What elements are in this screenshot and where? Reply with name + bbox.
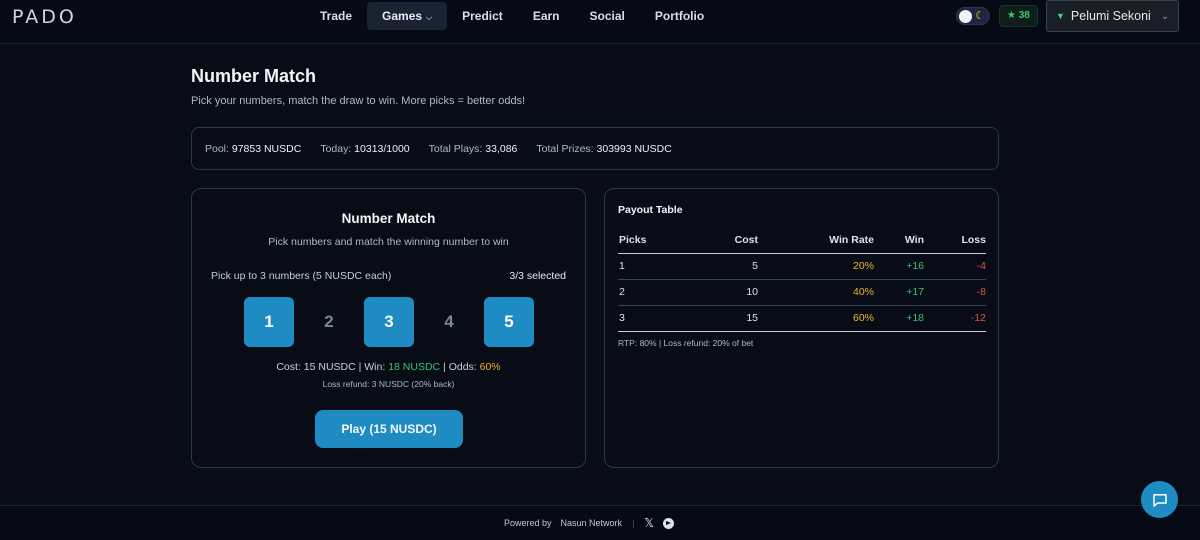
cell-cost: 15 (678, 305, 758, 332)
table-row: 2 10 40% +17 -8 (618, 279, 986, 306)
network-link[interactable]: Nasun Network (561, 518, 623, 528)
nav-trade[interactable]: Trade (305, 2, 367, 30)
stat-total-prizes-value: 303993 NUSDC (596, 142, 672, 155)
number-picker: 1 2 3 4 5 (244, 297, 544, 347)
refund-note: Loss refund: 3 NUSDC (20% back) (322, 379, 455, 389)
chat-button[interactable] (1141, 481, 1178, 518)
stat-pool-value: 97853 NUSDC (231, 142, 302, 155)
number-button-4[interactable]: 4 (424, 297, 474, 347)
moon-icon: ☾ (975, 10, 985, 22)
game-card: Number Match Pick numbers and match the … (191, 188, 586, 468)
nav-games[interactable]: Games ⌵ (367, 2, 448, 30)
main-nav: Trade Games ⌵ Predict Earn Social Portfol… (305, 2, 719, 30)
win-label: Win: (364, 361, 386, 373)
game-subtitle: Pick numbers and match the winning numbe… (268, 236, 509, 248)
cost-label: Cost: 15 NUSDC (276, 361, 356, 373)
cell-win: +17 (874, 279, 924, 306)
nav-predict-label: Predict (462, 9, 503, 23)
chevron-down-icon: ⌵ (426, 13, 433, 22)
stat-pool-label: Pool: (205, 142, 229, 155)
win-value: 18 NUSDC (388, 361, 441, 373)
star-icon: ★ (1007, 10, 1016, 21)
top-navbar: PADO Trade Games ⌵ Predict Earn Social Po… (0, 0, 1200, 44)
stat-today: Today: 10313/1000 (320, 143, 409, 155)
cell-loss: -4 (924, 253, 986, 280)
stat-today-value: 10313/1000 (354, 142, 410, 155)
cell-win-rate: 60% (758, 305, 874, 332)
payout-table: Picks Cost Win Rate Win Loss 1 5 20% +16… (618, 227, 986, 332)
col-cost: Cost (678, 227, 758, 254)
status-triangle-icon: ▼ (1056, 11, 1065, 21)
nav-trade-label: Trade (320, 9, 353, 23)
footer-divider: | (632, 518, 635, 528)
col-picks: Picks (618, 227, 678, 254)
footer: Powered by Nasun Network | 𝕏 (0, 505, 1200, 540)
cell-loss: -12 (924, 305, 986, 332)
points-badge[interactable]: ★ 38 (999, 5, 1038, 27)
chat-bubble-icon (1152, 493, 1167, 507)
nav-predict[interactable]: Predict (447, 2, 518, 30)
chevron-down-icon: ⌄ (1160, 10, 1170, 22)
page-subtitle: Pick your numbers, match the draw to win… (191, 95, 526, 107)
rtp-note: RTP: 80% | Loss refund: 20% of bet (618, 338, 754, 348)
number-button-2[interactable]: 2 (304, 297, 354, 347)
number-button-1[interactable]: 1 (244, 297, 294, 347)
cell-win-rate: 40% (758, 279, 874, 306)
user-name: Pelumi Sekoni (1070, 9, 1151, 23)
theme-toggle[interactable]: ☾ (956, 7, 990, 25)
cell-picks: 1 (618, 253, 678, 280)
col-win: Win (874, 227, 924, 254)
stat-pool: Pool: 97853 NUSDC (205, 143, 301, 155)
stat-total-plays-label: Total Plays: (428, 142, 483, 155)
cell-cost: 5 (678, 253, 758, 280)
table-header-row: Picks Cost Win Rate Win Loss (618, 227, 986, 254)
table-row: 1 5 20% +16 -4 (618, 253, 986, 280)
payout-title: Payout Table (618, 204, 683, 216)
game-title: Number Match (341, 211, 436, 226)
cell-win: +18 (874, 305, 924, 332)
cell-win: +16 (874, 253, 924, 280)
cell-win-rate: 20% (758, 253, 874, 280)
stat-total-plays: Total Plays: 33,086 (429, 143, 518, 155)
nav-social-label: Social (589, 9, 625, 23)
x-twitter-icon[interactable]: 𝕏 (644, 516, 654, 530)
odds-value: 60% (479, 361, 501, 373)
nav-earn[interactable]: Earn (518, 2, 575, 30)
stat-total-plays-value: 33,086 (485, 142, 518, 155)
stat-total-prizes: Total Prizes: 303993 NUSDC (536, 143, 671, 155)
footer-links: Powered by Nasun Network | 𝕏 (504, 516, 675, 530)
number-button-5[interactable]: 5 (484, 297, 534, 347)
stats-bar: Pool: 97853 NUSDC Today: 10313/1000 Tota… (191, 127, 999, 170)
cell-loss: -8 (924, 279, 986, 306)
logo[interactable]: PADO (12, 6, 77, 28)
stat-total-prizes-label: Total Prizes: (536, 142, 594, 155)
payout-card: Payout Table Picks Cost Win Rate Win Los… (604, 188, 999, 468)
nav-earn-label: Earn (532, 9, 560, 23)
cell-cost: 10 (678, 279, 758, 306)
page-title: Number Match (191, 66, 317, 86)
col-win-rate: Win Rate (758, 227, 874, 254)
table-row: 3 15 60% +18 -12 (618, 305, 986, 332)
pick-count: 3/3 selected (509, 270, 566, 282)
cell-picks: 2 (618, 279, 678, 306)
number-button-3[interactable]: 3 (364, 297, 414, 347)
cell-picks: 3 (618, 305, 678, 332)
pick-hint: Pick up to 3 numbers (5 NUSDC each) (211, 270, 392, 282)
points-value: 38 (1018, 10, 1030, 21)
user-menu-button[interactable]: ▼ Pelumi Sekoni ⌄ (1046, 0, 1179, 32)
nav-portfolio-label: Portfolio (654, 9, 705, 23)
stat-today-label: Today: (320, 142, 352, 155)
cost-summary: Cost: 15 NUSDC | Win: 18 NUSDC | Odds: 6… (276, 361, 501, 373)
col-loss: Loss (924, 227, 986, 254)
toggle-knob (959, 10, 972, 23)
nav-games-label: Games (382, 9, 423, 23)
powered-by-text: Powered by (504, 518, 552, 528)
nav-portfolio[interactable]: Portfolio (640, 2, 719, 30)
nav-social[interactable]: Social (575, 2, 640, 30)
odds-label: Odds: (448, 361, 477, 373)
play-button[interactable]: Play (15 NUSDC) (315, 410, 463, 448)
telegram-icon[interactable] (663, 517, 675, 529)
